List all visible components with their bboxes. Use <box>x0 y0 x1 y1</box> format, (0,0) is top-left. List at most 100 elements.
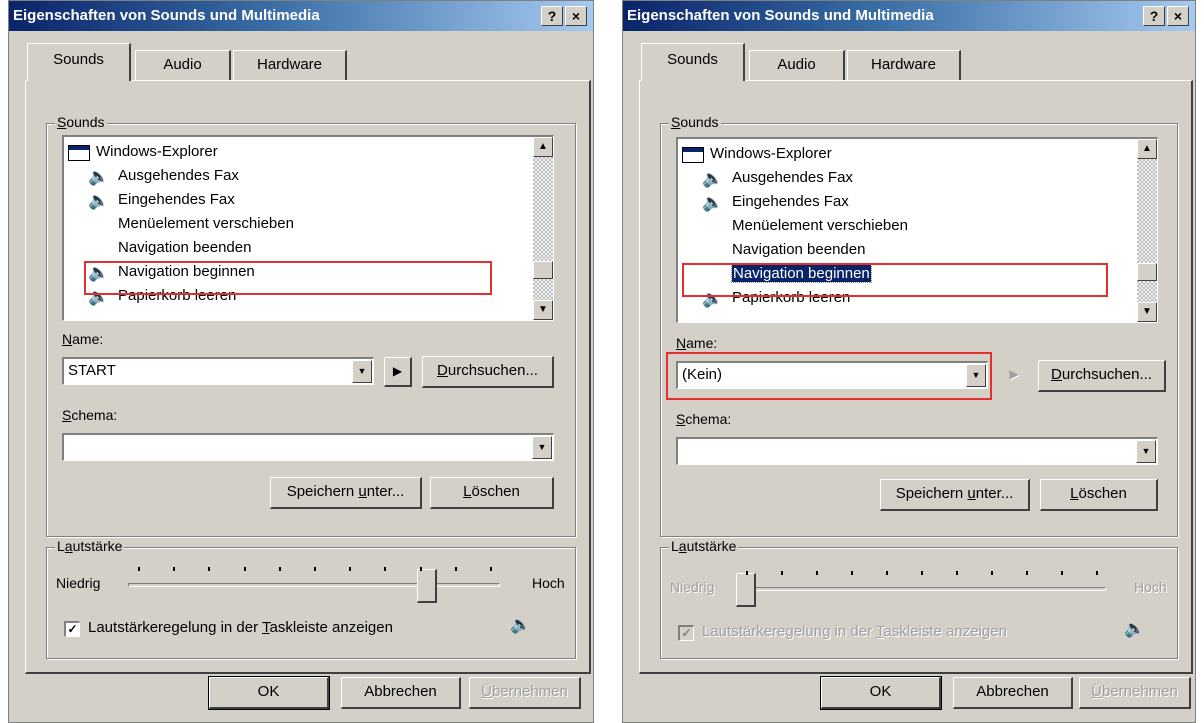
list-item[interactable]: Eingehendes Fax <box>118 188 235 212</box>
list-item[interactable]: Ausgehendes Fax <box>118 164 239 188</box>
scroll-down-icon[interactable]: ▼ <box>1137 302 1157 322</box>
slider-thumb[interactable] <box>416 569 437 603</box>
volume-low-label: Niedrig <box>56 575 101 591</box>
speaker-icon[interactable]: 🔈 <box>1124 619 1154 639</box>
list-item[interactable]: Papierkorb leeren <box>732 286 850 310</box>
slider-tick <box>419 567 422 571</box>
slider-thumb[interactable] <box>736 573 756 607</box>
speaker-icon: 🔈 <box>88 167 110 186</box>
sound-events-list[interactable]: Windows-Explorer 🔈 Ausgehendes Fax 🔈 Ein… <box>62 135 554 321</box>
tab-audio[interactable]: Audio <box>749 50 845 80</box>
taskbar-checkbox-label[interactable]: Lautstärkeregelung in der Taskleiste anz… <box>702 623 1007 640</box>
volume-high-label: Hoch <box>1134 579 1167 595</box>
sound-events-list[interactable]: Windows-Explorer 🔈 Ausgehendes Fax 🔈 Ein… <box>676 137 1158 323</box>
volume-slider[interactable] <box>736 565 1106 609</box>
play-icon: ▶ <box>1009 367 1019 381</box>
name-label: Name: <box>676 335 718 351</box>
tab-audio[interactable]: Audio <box>135 50 231 80</box>
list-item[interactable]: Eingehendes Fax <box>732 190 849 214</box>
dialog-title: Eigenschaften von Sounds und Multimedia <box>627 7 934 24</box>
slider-tick <box>454 567 457 571</box>
slider-tick <box>921 571 923 575</box>
dropdown-arrow-icon[interactable]: ▼ <box>1136 440 1156 463</box>
dropdown-arrow-icon[interactable]: ▼ <box>532 436 552 459</box>
slider-tick <box>1026 571 1028 575</box>
tab-sounds[interactable]: Sounds <box>27 43 131 81</box>
window-icon <box>682 147 704 163</box>
save-as-button[interactable]: Speichern unter... <box>880 479 1030 511</box>
dropdown-arrow-icon[interactable]: ▼ <box>966 364 986 387</box>
list-item[interactable]: Windows-Explorer <box>96 140 218 164</box>
delete-button[interactable]: Löschen <box>430 477 554 509</box>
taskbar-checkbox-label[interactable]: Lautstärkeregelung in der Taskleiste anz… <box>88 619 393 636</box>
close-button[interactable]: × <box>565 6 587 26</box>
schema-combo[interactable]: ▼ <box>62 433 554 461</box>
apply-button[interactable]: Übernehmen <box>469 677 581 709</box>
slider-tick <box>138 567 140 571</box>
slider-tick <box>314 567 316 571</box>
slider-tick <box>1061 571 1063 575</box>
tab-sounds[interactable]: Sounds <box>641 43 745 81</box>
dropdown-arrow-icon[interactable]: ▼ <box>352 360 372 383</box>
slider-track <box>736 587 1106 591</box>
taskbar-checkbox[interactable]: ✓ <box>64 621 80 637</box>
tab-hardware[interactable]: Hardware <box>847 50 961 80</box>
list-item-selected[interactable]: Navigation beginnen <box>731 262 872 286</box>
schema-combo[interactable]: ▼ <box>676 437 1158 465</box>
slider-tick <box>243 567 246 571</box>
list-item[interactable]: Navigation beenden <box>732 238 865 262</box>
slider-tick <box>208 567 211 571</box>
list-item[interactable]: Navigation beenden <box>118 236 251 260</box>
scroll-thumb[interactable] <box>1137 263 1157 281</box>
slider-tick <box>816 571 818 575</box>
slider-track <box>128 583 500 587</box>
list-item[interactable]: Navigation beginnen <box>118 260 255 284</box>
list-item[interactable]: Papierkorb leeren <box>118 284 236 308</box>
volume-slider[interactable] <box>128 561 500 605</box>
name-value: (Kein) <box>682 366 723 383</box>
taskbar-checkbox[interactable]: ✓ <box>678 625 694 641</box>
speaker-icon[interactable]: 🔈 <box>510 615 540 635</box>
sound-properties-dialog-right: Eigenschaften von Sounds und Multimedia … <box>622 0 1196 723</box>
list-scrollbar[interactable]: ▲ ▼ <box>533 137 553 320</box>
tab-hardware[interactable]: Hardware <box>233 50 347 80</box>
title-bar: Eigenschaften von Sounds und Multimedia … <box>623 1 1195 31</box>
scroll-down-icon[interactable]: ▼ <box>533 300 553 320</box>
list-item[interactable]: Windows-Explorer <box>710 142 832 166</box>
list-scrollbar[interactable]: ▲ ▼ <box>1137 139 1157 322</box>
name-combo[interactable]: (Kein) ▼ <box>676 361 988 389</box>
volume-high-label: Hoch <box>532 575 565 591</box>
help-button[interactable]: ? <box>1143 6 1165 26</box>
scroll-up-icon[interactable]: ▲ <box>1137 139 1157 159</box>
speaker-icon: 🔈 <box>702 193 724 212</box>
cancel-button[interactable]: Abbrechen <box>953 677 1073 709</box>
play-button[interactable]: ▶ <box>1000 361 1028 391</box>
volume-low-label: Niedrig <box>670 579 715 595</box>
delete-button[interactable]: Löschen <box>1040 479 1158 511</box>
list-item[interactable]: Ausgehendes Fax <box>732 166 853 190</box>
slider-tick <box>384 567 387 571</box>
close-button[interactable]: × <box>1167 6 1189 26</box>
sound-properties-dialog-left: Eigenschaften von Sounds und Multimedia … <box>8 0 594 723</box>
save-as-button[interactable]: Speichern unter... <box>270 477 422 509</box>
slider-tick <box>991 571 993 575</box>
play-button[interactable]: ▶ <box>384 357 412 387</box>
slider-tick <box>886 571 888 575</box>
ok-button[interactable]: OK <box>208 676 330 710</box>
name-value: START <box>68 362 116 379</box>
apply-button[interactable]: Übernehmen <box>1079 677 1191 709</box>
cancel-button[interactable]: Abbrechen <box>341 677 461 709</box>
name-combo[interactable]: START ▼ <box>62 357 374 385</box>
list-item[interactable]: Menüelement verschieben <box>118 212 294 236</box>
ok-button[interactable]: OK <box>820 676 942 710</box>
schema-label: Schema: <box>62 407 118 423</box>
list-item[interactable]: Menüelement verschieben <box>732 214 908 238</box>
help-button[interactable]: ? <box>541 6 563 26</box>
name-label: Name: <box>62 331 104 347</box>
browse-button[interactable]: Durchsuchen... <box>1038 360 1166 392</box>
sounds-group-label: Sounds <box>669 114 721 130</box>
browse-button[interactable]: Durchsuchen... <box>422 356 554 388</box>
slider-tick <box>173 567 176 571</box>
scroll-up-icon[interactable]: ▲ <box>533 137 553 157</box>
scroll-thumb[interactable] <box>533 261 553 279</box>
